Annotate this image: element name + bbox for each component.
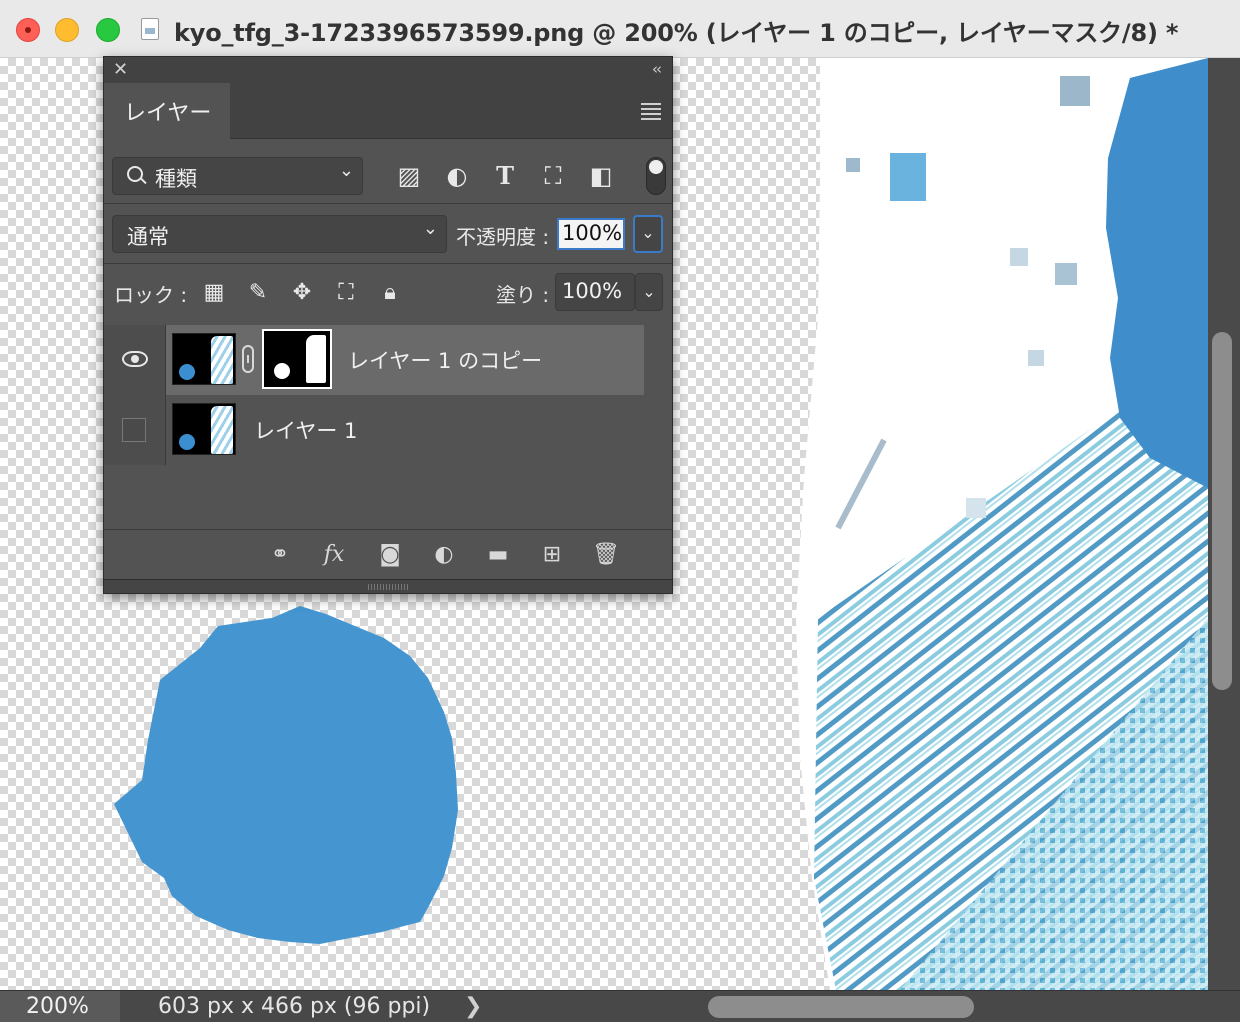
- lock-transparent-pixels-icon[interactable]: ▦: [200, 279, 228, 307]
- minimize-window-button[interactable]: [55, 18, 79, 42]
- chevron-down-icon: ⌄: [338, 160, 354, 181]
- filter-toggle[interactable]: [646, 157, 666, 195]
- panel-resize-grip[interactable]: [104, 579, 672, 593]
- visibility-cell[interactable]: [104, 325, 166, 395]
- visibility-checkbox[interactable]: [122, 418, 146, 442]
- layer-mask-thumbnail[interactable]: [262, 329, 332, 389]
- status-bar: 200% 603 px x 466 px (96 ppi) ❯: [0, 990, 1240, 1022]
- vertical-scroll-thumb[interactable]: [1212, 332, 1232, 690]
- opacity-input[interactable]: 100%: [557, 218, 625, 250]
- add-mask-icon[interactable]: ◙: [374, 540, 406, 570]
- new-adjustment-layer-icon[interactable]: ◐: [428, 540, 460, 570]
- collapse-icon[interactable]: ‹‹: [652, 60, 662, 78]
- chevron-down-icon: ⌄: [422, 218, 438, 239]
- lock-image-pixels-icon[interactable]: ✎: [244, 279, 272, 307]
- adjustment-layer-filter-icon[interactable]: ◐: [442, 161, 472, 191]
- type-layer-filter-icon[interactable]: T: [490, 161, 520, 191]
- tab-layers[interactable]: レイヤー: [104, 83, 230, 139]
- fill-label: 塗り :: [496, 283, 550, 307]
- title-bar: kyo_tfg_3-1723396573599.png @ 200% (レイヤー…: [0, 0, 1240, 58]
- divider: [104, 203, 672, 204]
- blend-mode-value: 通常: [127, 225, 169, 249]
- lock-all-icon[interactable]: 🔒︎: [376, 279, 404, 307]
- opacity-dropdown-button[interactable]: ⌄: [633, 215, 663, 253]
- document-icon: [141, 18, 159, 40]
- layer-row[interactable]: レイヤー 1: [104, 395, 644, 465]
- filter-kind-select[interactable]: 種類 ⌄: [112, 157, 363, 195]
- eye-icon[interactable]: [122, 351, 148, 367]
- lock-artboard-icon[interactable]: ⛶: [332, 279, 360, 307]
- fill-input[interactable]: 100%: [555, 273, 635, 311]
- divider: [104, 263, 672, 264]
- panel-header[interactable]: ✕ ‹‹: [104, 57, 672, 83]
- layer-name[interactable]: レイヤー 1: [254, 415, 357, 445]
- chain-link-icon[interactable]: [242, 345, 254, 373]
- zoom-level-field[interactable]: 200%: [0, 991, 120, 1022]
- layers-panel: ✕ ‹‹ レイヤー 種類 ⌄ ▨ ◐ T ⛶ ◧ 通常 ⌄ 不透明度 : 100…: [103, 56, 673, 594]
- visibility-cell[interactable]: [104, 395, 166, 465]
- smart-object-filter-icon[interactable]: ◧: [586, 161, 616, 191]
- zoom-window-button[interactable]: [96, 18, 120, 42]
- opacity-label: 不透明度 :: [456, 225, 550, 249]
- panel-menu-icon[interactable]: [641, 103, 661, 123]
- close-icon[interactable]: ✕: [113, 59, 128, 80]
- panel-footer: ⚭ fx ◙ ◐ ▬ ⊞ 🗑︎: [104, 529, 672, 579]
- panel-tab-row: レイヤー: [104, 83, 672, 139]
- new-group-folder-icon[interactable]: ▬: [482, 540, 514, 570]
- new-layer-icon[interactable]: ⊞: [536, 540, 568, 570]
- window-title: kyo_tfg_3-1723396573599.png @ 200% (レイヤー…: [174, 19, 1179, 47]
- chevron-right-icon[interactable]: ❯: [464, 994, 482, 1019]
- layer-thumbnail[interactable]: [172, 333, 236, 385]
- filter-kind-value: 種類: [155, 167, 197, 191]
- layer-name[interactable]: レイヤー 1 のコピー: [348, 345, 542, 375]
- layers-list: レイヤー 1 のコピー レイヤー 1: [104, 325, 672, 529]
- layer-thumbnail[interactable]: [172, 403, 236, 455]
- horizontal-scroll-thumb[interactable]: [708, 996, 974, 1018]
- lock-label: ロック :: [114, 283, 188, 307]
- shape-layer-filter-icon[interactable]: ⛶: [538, 161, 568, 191]
- link-layers-icon[interactable]: ⚭: [264, 540, 296, 570]
- trash-icon[interactable]: 🗑︎: [590, 540, 622, 570]
- blend-mode-select[interactable]: 通常 ⌄: [112, 215, 447, 253]
- search-icon: [127, 166, 143, 182]
- layer-style-fx-icon[interactable]: fx: [318, 540, 350, 570]
- close-window-button[interactable]: [16, 18, 40, 42]
- layer-row[interactable]: レイヤー 1 のコピー: [104, 325, 644, 395]
- pixel-layer-filter-icon[interactable]: ▨: [394, 161, 424, 191]
- fill-dropdown-button[interactable]: ⌄: [635, 273, 663, 311]
- lock-position-icon[interactable]: ✥: [288, 279, 316, 307]
- document-info: 603 px x 466 px (96 ppi): [158, 994, 431, 1019]
